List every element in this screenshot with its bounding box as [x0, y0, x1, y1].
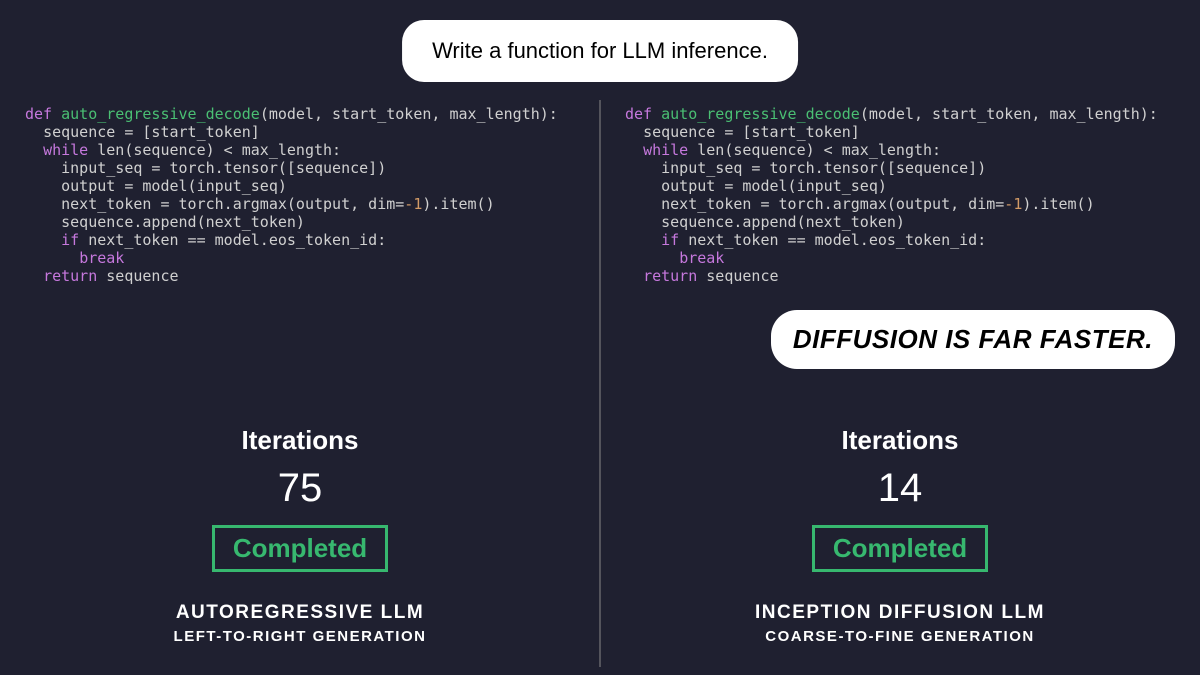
- code-line: sequence: [97, 267, 178, 285]
- fn-params: (model, start_token, max_length):: [860, 105, 1158, 123]
- code-line: output = model(input_seq): [661, 177, 887, 195]
- callout-bubble: DIFFUSION IS FAR FASTER.: [771, 310, 1175, 369]
- fn-name: auto_regressive_decode: [61, 105, 260, 123]
- right-column: def auto_regressive_decode(model, start_…: [600, 105, 1200, 675]
- iterations-label: Iterations: [25, 425, 575, 456]
- model-subtitle: COARSE-TO-FINE GENERATION: [625, 628, 1175, 645]
- fn-params: (model, start_token, max_length):: [260, 105, 558, 123]
- columns: def auto_regressive_decode(model, start_…: [0, 105, 1200, 675]
- code-line: input_seq = torch.tensor([sequence]): [61, 159, 386, 177]
- fn-name: auto_regressive_decode: [661, 105, 860, 123]
- code-line: len(sequence) < max_length:: [88, 141, 341, 159]
- callout-text: DIFFUSION IS FAR FASTER.: [793, 324, 1153, 354]
- prompt-text: Write a function for LLM inference.: [432, 38, 768, 63]
- code-line: len(sequence) < max_length:: [688, 141, 941, 159]
- left-code-block: def auto_regressive_decode(model, start_…: [25, 105, 575, 285]
- status-badge: Completed: [212, 525, 388, 572]
- code-line: input_seq = torch.tensor([sequence]): [661, 159, 986, 177]
- if-keyword: if: [61, 231, 79, 249]
- code-line: ).item(): [422, 195, 494, 213]
- code-line: next_token == model.eos_token_id:: [79, 231, 386, 249]
- iterations-value: 75: [25, 466, 575, 511]
- left-stats: Iterations 75 Completed AUTOREGRESSIVE L…: [25, 425, 575, 645]
- status-badge: Completed: [812, 525, 988, 572]
- model-subtitle: LEFT-TO-RIGHT GENERATION: [25, 628, 575, 645]
- while-keyword: while: [643, 141, 688, 159]
- num-literal: -1: [404, 195, 422, 213]
- prompt-bubble: Write a function for LLM inference.: [402, 20, 798, 82]
- code-line: output = model(input_seq): [61, 177, 287, 195]
- return-keyword: return: [43, 267, 97, 285]
- def-keyword: def: [25, 105, 52, 123]
- model-title: AUTOREGRESSIVE LLM: [25, 602, 575, 624]
- code-line: next_token = torch.argmax(output, dim=: [61, 195, 404, 213]
- def-keyword: def: [625, 105, 652, 123]
- break-keyword: break: [79, 249, 124, 267]
- code-line: next_token == model.eos_token_id:: [679, 231, 986, 249]
- iterations-value: 14: [625, 466, 1175, 511]
- while-keyword: while: [43, 141, 88, 159]
- code-line: sequence = [start_token]: [43, 123, 260, 141]
- right-code-block: def auto_regressive_decode(model, start_…: [625, 105, 1175, 285]
- return-keyword: return: [643, 267, 697, 285]
- code-line: next_token = torch.argmax(output, dim=: [661, 195, 1004, 213]
- model-title: INCEPTION DIFFUSION LLM: [625, 602, 1175, 624]
- if-keyword: if: [661, 231, 679, 249]
- code-line: ).item(): [1022, 195, 1094, 213]
- break-keyword: break: [679, 249, 724, 267]
- left-column: def auto_regressive_decode(model, start_…: [0, 105, 600, 675]
- code-line: sequence.append(next_token): [661, 213, 905, 231]
- right-stats: Iterations 14 Completed INCEPTION DIFFUS…: [625, 425, 1175, 645]
- num-literal: -1: [1004, 195, 1022, 213]
- code-line: sequence.append(next_token): [61, 213, 305, 231]
- code-line: sequence = [start_token]: [643, 123, 860, 141]
- iterations-label: Iterations: [625, 425, 1175, 456]
- code-line: sequence: [697, 267, 778, 285]
